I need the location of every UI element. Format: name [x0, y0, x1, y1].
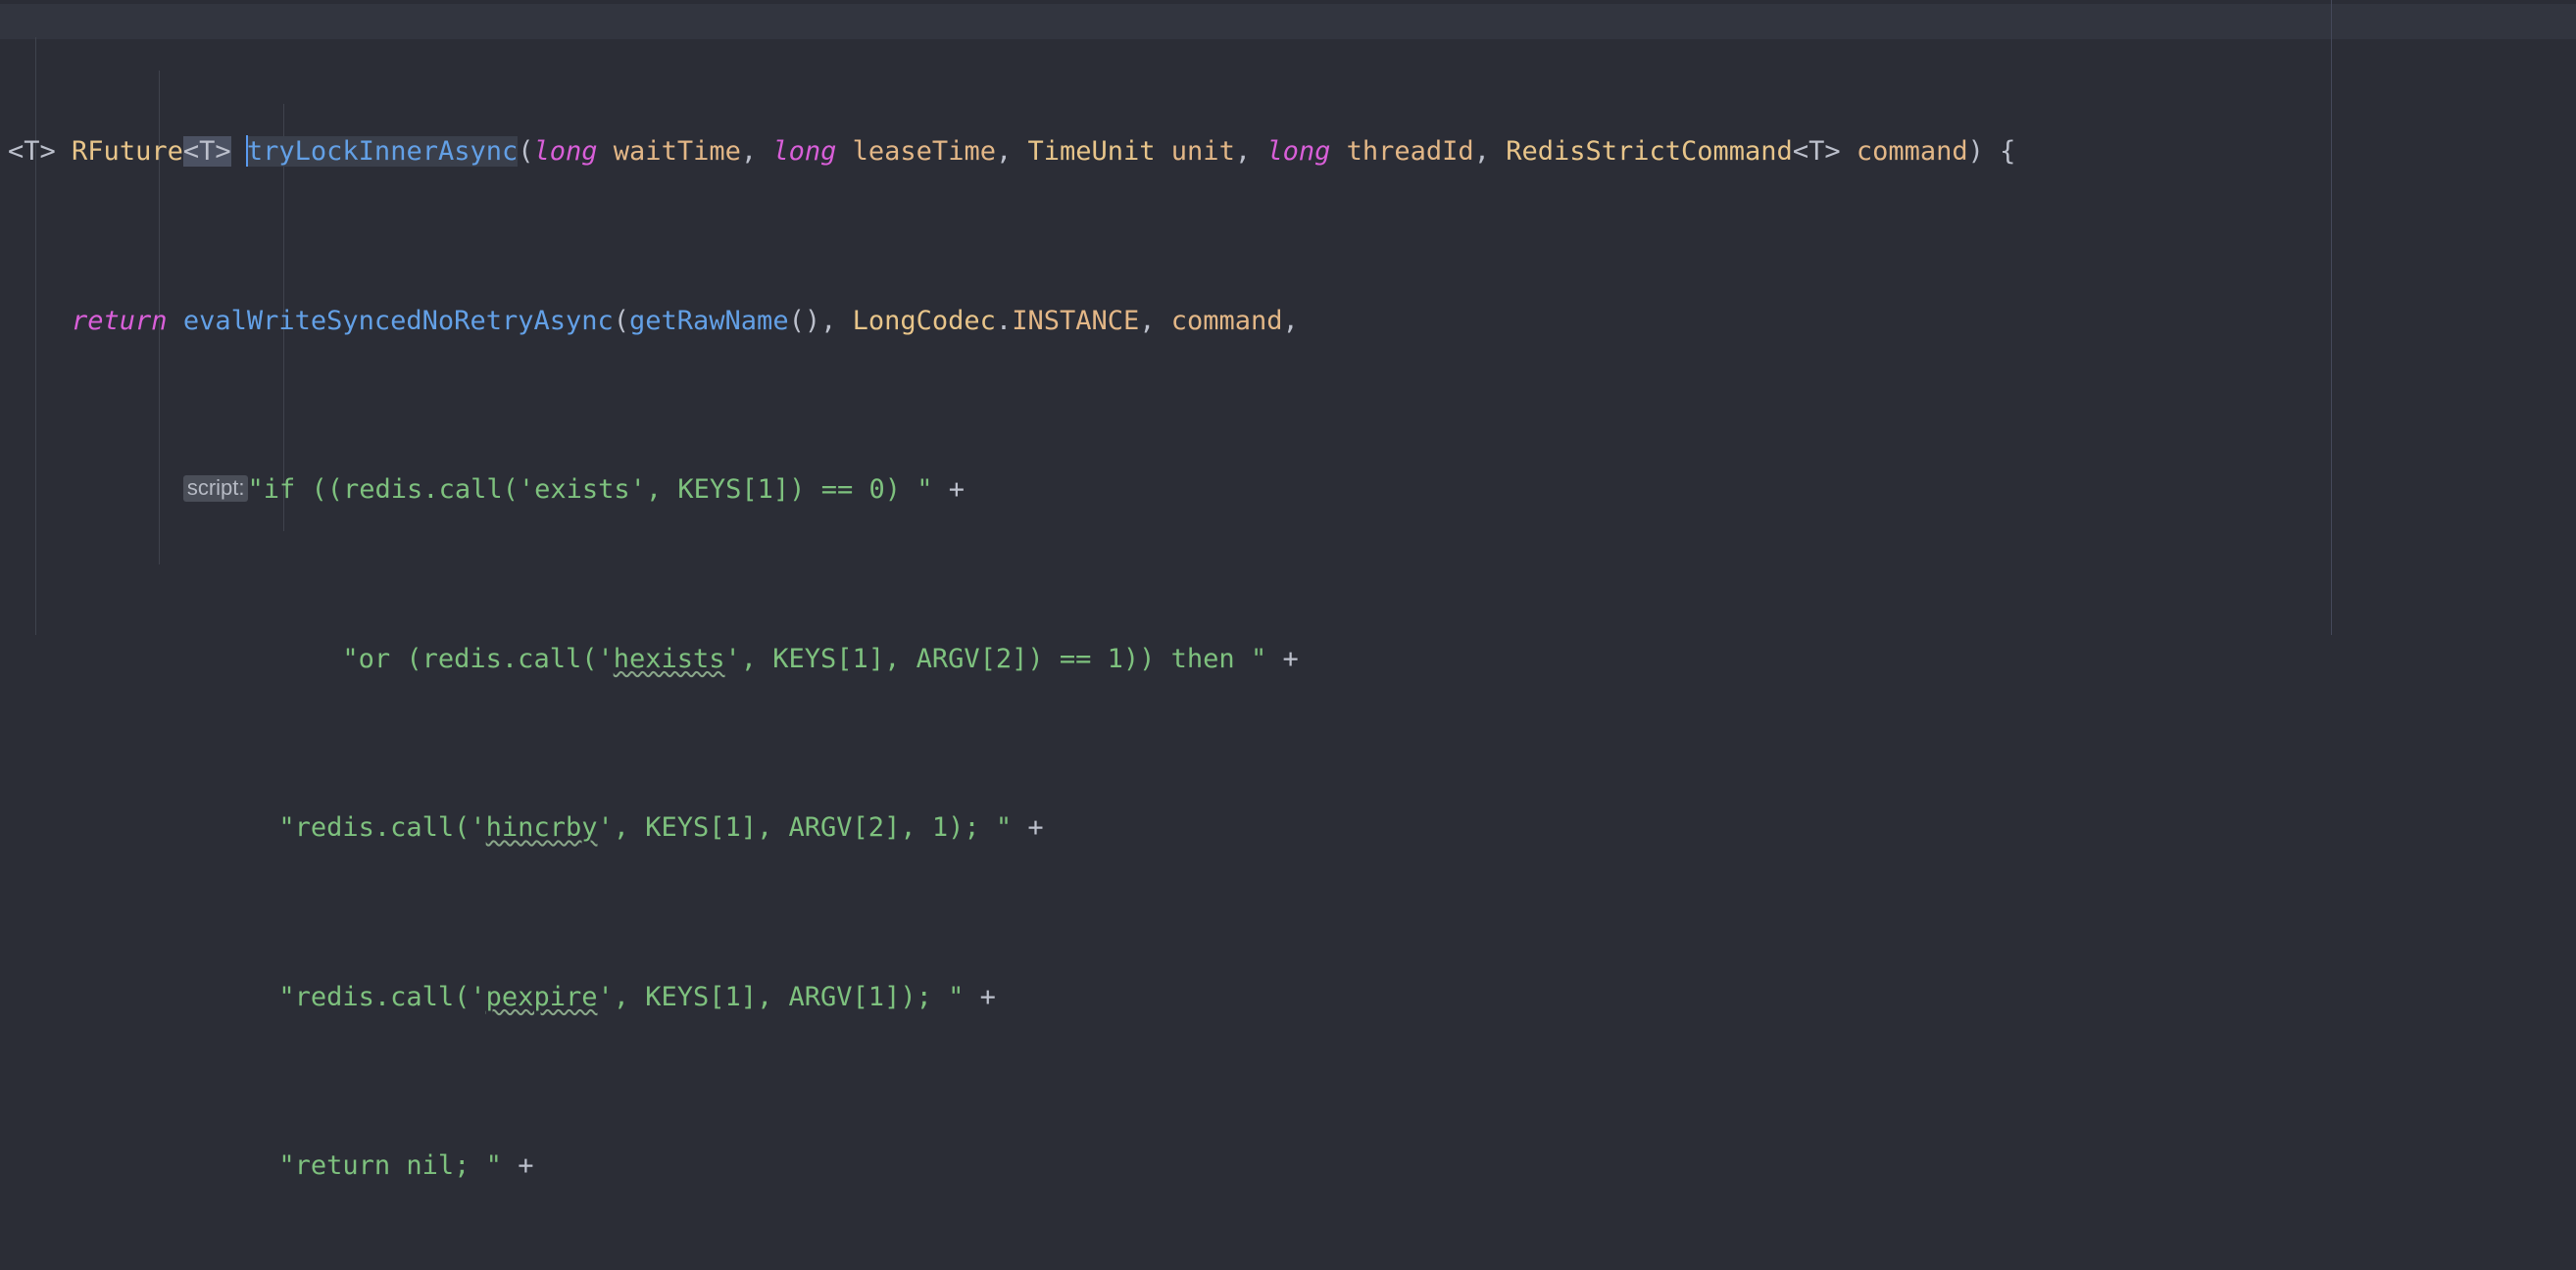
parameter-hint-script[interactable]: script: — [182, 475, 248, 502]
typo-pexpire: pexpire — [485, 981, 598, 1012]
code-content[interactable]: <T> RFuture<T> tryLockInnerAsync(long wa… — [0, 0, 2576, 1270]
token-type-longcodec: LongCodec — [852, 305, 996, 336]
code-line-4[interactable]: "or (redis.call('hexists', KEYS[1], ARGV… — [0, 643, 2576, 677]
code-line-6[interactable]: "redis.call('pexpire', KEYS[1], ARGV[1])… — [0, 981, 2576, 1015]
token-keyword-long-2: long — [772, 136, 837, 167]
token-param-leasetime: leaseTime — [852, 136, 996, 167]
token-string-if: "if ((redis.call('exists', KEYS[1]) == 0… — [247, 474, 933, 505]
code-line-3[interactable]: script: "if ((redis.call('exists', KEYS[1… — [0, 473, 2576, 508]
token-arg-command: command — [1170, 305, 1283, 336]
code-editor[interactable]: <T> RFuture<T> tryLockInnerAsync(long wa… — [0, 0, 2576, 1181]
token-method-name[interactable]: tryLockInnerAsync — [246, 136, 519, 167]
code-line-7[interactable]: "return nil; " + — [0, 1149, 2576, 1184]
token-field-instance: INSTANCE — [1012, 305, 1140, 336]
token-keyword-long-1: long — [533, 136, 598, 167]
token-param-threadid: threadId — [1346, 136, 1474, 167]
typo-hincrby: hincrby — [485, 812, 598, 843]
selected-generic-token[interactable]: <T> — [182, 136, 231, 167]
token-param-command: command — [1856, 136, 1968, 167]
token-generic-param: <T> — [8, 136, 56, 167]
code-line-5[interactable]: "redis.call('hincrby', KEYS[1], ARGV[2],… — [0, 811, 2576, 846]
token-keyword-long-3: long — [1266, 136, 1331, 167]
token-param-waittime: waitTime — [613, 136, 741, 167]
token-type-redisstrictcommand: RedisStrictCommand — [1506, 136, 1793, 167]
token-call-evalwritesyncednoretryasync[interactable]: evalWriteSyncedNoRetryAsync — [183, 306, 614, 336]
token-string-return-nil: "return nil; " — [278, 1150, 502, 1181]
typo-hexists: hexists — [613, 643, 725, 674]
token-type-timeunit: TimeUnit — [1027, 136, 1156, 167]
token-return-type: RFuture — [72, 136, 183, 167]
code-line-1[interactable]: <T> RFuture<T> tryLockInnerAsync(long wa… — [0, 135, 2576, 170]
token-param-unit: unit — [1170, 136, 1235, 167]
token-call-getrawname-1[interactable]: getRawName — [629, 306, 789, 336]
token-keyword-return: return — [72, 305, 168, 336]
code-line-2[interactable]: return evalWriteSyncedNoRetryAsync(getRa… — [0, 305, 2576, 339]
